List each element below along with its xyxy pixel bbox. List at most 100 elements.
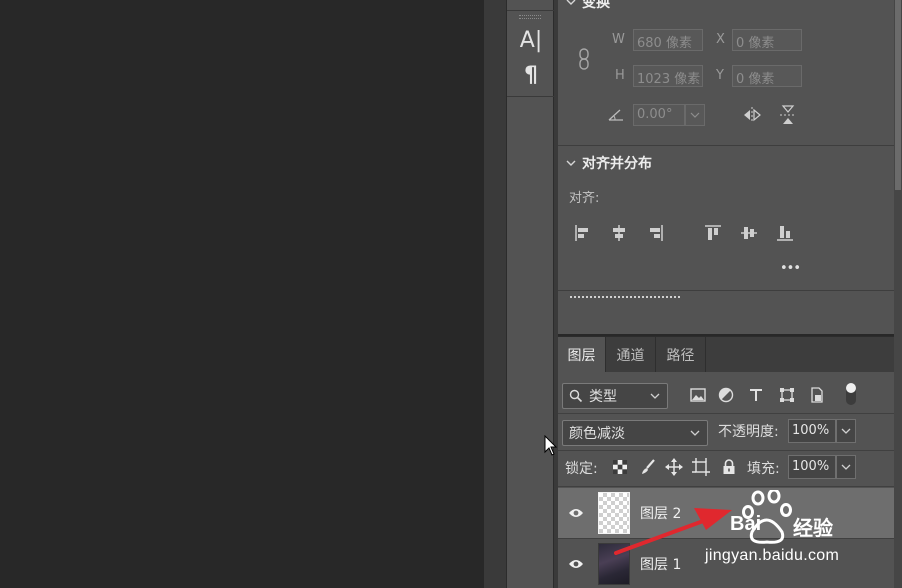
width-label: W [612, 32, 625, 47]
layer-name[interactable]: 图层 1 [640, 554, 681, 574]
adjustment-circle-icon [718, 387, 734, 403]
x-label: X [716, 32, 725, 47]
chevron-down-icon [841, 464, 851, 470]
panel-dock-gap [484, 0, 506, 588]
angle-field[interactable]: 0.00° [633, 104, 685, 126]
eye-icon [569, 560, 583, 568]
opacity-dropdown[interactable] [836, 419, 856, 443]
align-horizontal-center-icon [613, 225, 625, 241]
align-bottom-button[interactable] [774, 222, 796, 244]
filter-type-button[interactable] [745, 384, 767, 406]
filter-toggle-switch[interactable] [840, 383, 862, 405]
divider [507, 96, 555, 97]
watermark-url: jingyan.baidu.com [705, 547, 840, 564]
tab-layers[interactable]: 图层 [558, 337, 606, 373]
filter-shape-button[interactable] [776, 384, 798, 406]
layer-thumbnail [598, 543, 630, 585]
chevron-down-icon [690, 112, 700, 118]
align-bottom-icon [777, 226, 793, 241]
divider [558, 486, 894, 487]
align-left-button[interactable] [572, 222, 594, 244]
x-field[interactable]: 0 像素 [732, 29, 802, 51]
layer-row-layer-2[interactable]: 图层 2 [558, 488, 894, 538]
flip-horizontal-icon [744, 107, 761, 123]
search-icon [569, 389, 583, 403]
paragraph-panel-button[interactable]: ¶ [517, 61, 545, 89]
collapsed-section-header-clipped[interactable] [570, 296, 680, 302]
align-vertical-center-icon [741, 227, 757, 239]
filter-smart-object-button[interactable] [806, 384, 828, 406]
align-left-icon [575, 225, 588, 241]
divider [558, 290, 894, 291]
link-dimensions-button[interactable] [573, 48, 595, 70]
tab-paths[interactable]: 路径 [656, 337, 706, 373]
chain-link-icon [579, 48, 589, 70]
align-label: 对齐: [569, 191, 600, 206]
text-t-icon [750, 389, 762, 401]
width-field[interactable]: 680 像素 [633, 29, 703, 51]
fill-input[interactable]: 100% [788, 455, 836, 479]
lock-all-button[interactable] [718, 456, 740, 478]
layers-panel-tabs: 图层 通道 路径 [558, 336, 894, 373]
chevron-down-icon [566, 0, 576, 5]
properties-panel: 变换 W 680 像素 X 0 像素 H 1023 像素 Y 0 像素 0.00… [558, 0, 894, 334]
flip-vertical-button[interactable] [777, 104, 799, 126]
layer-visibility-toggle[interactable] [566, 554, 586, 574]
chevron-down-icon [690, 430, 700, 436]
mouse-cursor-icon [544, 435, 558, 456]
transform-section-header[interactable]: 变换 [566, 0, 610, 12]
lock-artboard-button[interactable] [690, 456, 712, 478]
blend-mode-value: 颜色减淡 [569, 426, 625, 442]
lock-transparent-pixels-button[interactable] [609, 456, 631, 478]
toggle-icon [846, 383, 856, 405]
fill-dropdown[interactable] [836, 455, 856, 479]
filter-kind-label: 类型 [589, 389, 617, 405]
height-label: H [615, 68, 625, 83]
filter-adjustment-button[interactable] [715, 384, 737, 406]
document-canvas[interactable] [0, 0, 484, 588]
divider [507, 10, 555, 11]
character-panel-button[interactable]: A| [517, 26, 545, 54]
layer-filter-dropdown[interactable]: 类型 [562, 383, 668, 409]
align-horizontal-center-button[interactable] [608, 222, 630, 244]
smart-object-icon [811, 387, 823, 403]
paragraph-icon: ¶ [524, 62, 538, 88]
lock-label: 锁定: [565, 461, 598, 477]
angle-icon [608, 109, 623, 121]
layer-visibility-toggle[interactable] [566, 503, 586, 523]
layer-name[interactable]: 图层 2 [640, 503, 681, 523]
tab-channels[interactable]: 通道 [606, 337, 656, 373]
y-field[interactable]: 0 像素 [732, 65, 802, 87]
flip-horizontal-button[interactable] [741, 104, 763, 126]
checkerboard-icon [613, 460, 627, 474]
flip-vertical-icon [780, 105, 796, 124]
align-section-header[interactable]: 对齐并分布 [566, 153, 652, 173]
y-label: Y [716, 68, 724, 83]
filter-pixel-button[interactable] [687, 384, 709, 406]
angle-dropdown[interactable] [685, 104, 705, 126]
move-arrows-icon [665, 458, 683, 476]
collapsed-panel-column: A| ¶ [506, 0, 555, 588]
opacity-input[interactable]: 100% [788, 419, 836, 443]
align-right-button[interactable] [644, 222, 666, 244]
chevron-down-icon [841, 428, 851, 434]
panel-grip-handle[interactable] [519, 15, 541, 19]
opacity-label: 不透明度: [718, 424, 779, 440]
align-top-button[interactable] [702, 222, 724, 244]
divider [558, 450, 894, 451]
angle-icon-wrap [605, 104, 627, 126]
height-field[interactable]: 1023 像素 [633, 65, 703, 87]
blend-mode-dropdown[interactable]: 颜色减淡 [562, 420, 708, 446]
layer-thumbnail [598, 492, 630, 534]
brush-icon [642, 459, 655, 474]
align-vertical-center-button[interactable] [738, 222, 760, 244]
chevron-down-icon [650, 393, 660, 399]
lock-position-button[interactable] [663, 456, 685, 478]
transform-title: 变换 [582, 0, 610, 11]
lock-image-pixels-button[interactable] [637, 456, 659, 478]
scrollbar-thumb[interactable] [895, 0, 901, 190]
divider [558, 145, 894, 146]
image-icon [690, 388, 706, 402]
align-top-icon [705, 225, 721, 240]
more-options-button[interactable]: ••• [780, 261, 801, 276]
